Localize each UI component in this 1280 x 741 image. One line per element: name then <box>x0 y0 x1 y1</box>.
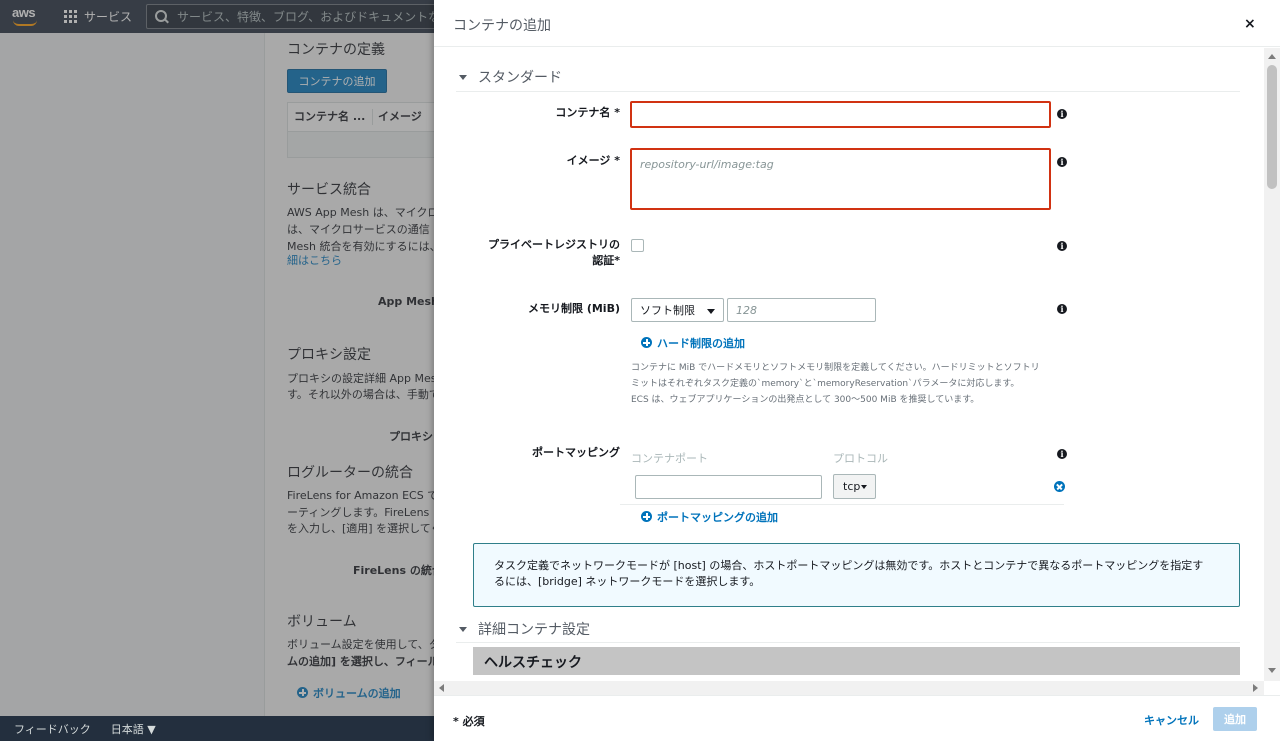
scroll-down-icon[interactable] <box>1268 668 1276 673</box>
horizontal-scrollbar[interactable] <box>434 681 1264 695</box>
panel-footer: * 必須 キャンセル 追加 <box>434 695 1280 741</box>
chevron-down-icon <box>707 309 715 314</box>
private-registry-label-2: 認証* <box>592 254 620 267</box>
memory-help-text-2: ミットはそれぞれタスク定義の`memory`と`memoryReservatio… <box>631 379 1020 389</box>
add-button[interactable]: 追加 <box>1213 707 1257 731</box>
container-port-input[interactable] <box>635 475 822 499</box>
protocol-select[interactable]: tcp <box>833 474 876 499</box>
private-registry-label-1: プライベートレジストリの <box>488 238 620 251</box>
scroll-left-icon[interactable] <box>439 684 444 692</box>
caret-down-icon <box>459 626 467 632</box>
memory-limit-type-select[interactable]: ソフト制限 <box>631 298 724 322</box>
private-registry-checkbox[interactable] <box>631 239 644 252</box>
feedback-link[interactable]: フィードバック <box>14 721 91 737</box>
plus-circle-icon <box>641 337 652 348</box>
protocol-value: tcp <box>843 480 861 493</box>
vertical-scrollbar[interactable] <box>1264 48 1280 681</box>
info-icon[interactable]: i <box>1057 449 1067 459</box>
memory-limit-type-value: ソフト制限 <box>640 304 695 317</box>
standard-section-title: スタンダード <box>478 70 562 86</box>
close-icon[interactable]: × <box>1244 17 1256 31</box>
console-footer: フィードバック 日本語 ▼ <box>0 716 434 741</box>
add-container-panel: コンテナの追加 × スタンダード コンテナ名 * i イメージ * i プライベ… <box>434 0 1280 741</box>
add-port-mapping-link[interactable]: ポートマッピングの追加 <box>641 509 778 525</box>
remove-port-mapping-icon[interactable] <box>1054 481 1065 492</box>
panel-body: スタンダード コンテナ名 * i イメージ * i プライベートレジストリの 認… <box>434 48 1264 681</box>
advanced-section-toggle[interactable]: 詳細コンテナ設定 <box>459 619 590 639</box>
required-note: * 必須 <box>453 715 485 728</box>
plus-circle-icon <box>641 511 652 522</box>
container-port-header: コンテナポート <box>631 452 708 465</box>
standard-section-toggle[interactable]: スタンダード <box>459 67 562 87</box>
section-divider <box>456 91 1240 92</box>
info-icon[interactable]: i <box>1057 157 1067 167</box>
info-icon[interactable]: i <box>1057 241 1067 251</box>
container-name-input[interactable] <box>630 101 1051 128</box>
memory-help-text-1: コンテナに MiB でハードメモリとソフトメモリ制限を定義してください。ハードリ… <box>631 363 1040 373</box>
healthcheck-title: ヘルスチェック <box>484 655 582 671</box>
info-icon[interactable]: i <box>1057 109 1067 119</box>
modal-overlay[interactable] <box>0 0 434 741</box>
caret-down-icon <box>459 74 467 80</box>
image-label: イメージ * <box>566 154 620 167</box>
scroll-right-icon[interactable] <box>1253 684 1258 692</box>
scroll-thumb[interactable] <box>1267 65 1277 189</box>
memory-limit-label: メモリ制限 (MiB) <box>528 302 620 315</box>
info-icon[interactable]: i <box>1057 304 1067 314</box>
healthcheck-header: ヘルスチェック <box>473 647 1240 675</box>
image-input[interactable] <box>630 148 1051 210</box>
chevron-down-icon <box>861 485 867 489</box>
add-port-mapping-label: ポートマッピングの追加 <box>657 511 778 524</box>
language-selector[interactable]: 日本語 ▼ <box>111 721 156 737</box>
memory-limit-input[interactable] <box>727 298 876 322</box>
advanced-section-title: 詳細コンテナ設定 <box>478 622 590 638</box>
container-name-label: コンテナ名 * <box>555 106 620 119</box>
cancel-button[interactable]: キャンセル <box>1144 712 1199 728</box>
alert-text: タスク定義でネットワークモードが [host] の場合、ホストポートマッピングは… <box>494 559 1204 588</box>
port-row-divider <box>620 504 1064 505</box>
panel-header: コンテナの追加 × <box>434 0 1280 47</box>
section-divider <box>456 642 1240 643</box>
host-mode-info-alert: タスク定義でネットワークモードが [host] の場合、ホストポートマッピングは… <box>473 543 1240 607</box>
panel-title: コンテナの追加 <box>453 18 551 34</box>
port-mapping-label: ポートマッピング <box>532 446 620 459</box>
add-hard-limit-label: ハード制限の追加 <box>657 337 745 350</box>
protocol-header: プロトコル <box>833 452 888 465</box>
scroll-up-icon[interactable] <box>1268 54 1276 59</box>
memory-help-text-3: ECS は、ウェブアプリケーションの出発点として 300～500 MiB を推奨… <box>631 395 980 405</box>
add-hard-limit-link[interactable]: ハード制限の追加 <box>641 335 745 351</box>
